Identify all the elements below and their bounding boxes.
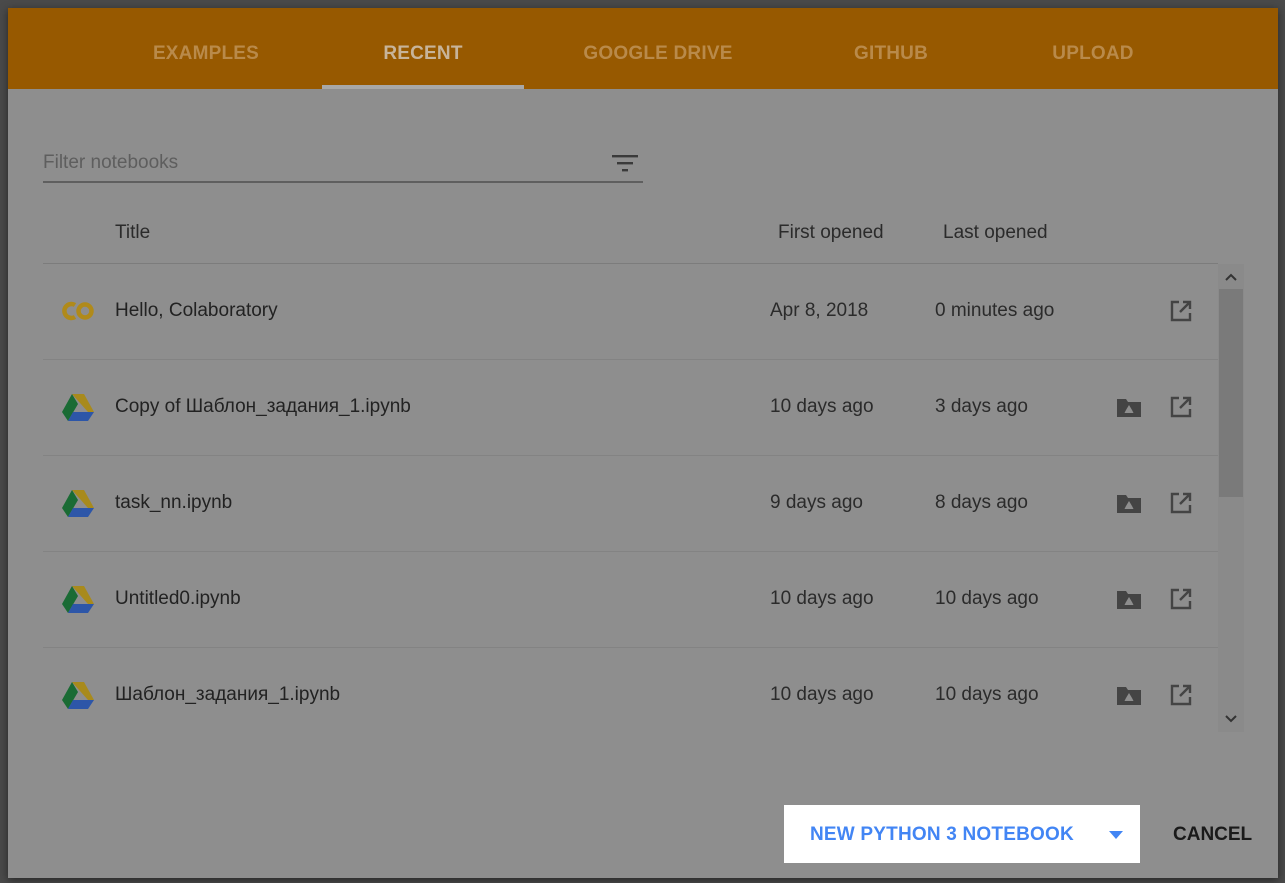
open-in-new-tab-icon[interactable] xyxy=(1168,394,1194,420)
first-opened: 10 days ago xyxy=(770,396,874,417)
google-drive-icon xyxy=(62,394,94,421)
list-scrollbar[interactable] xyxy=(1218,264,1244,732)
column-header-first-opened[interactable]: First opened xyxy=(778,222,884,244)
open-notebook-dialog: EXAMPLES RECENT GOOGLE DRIVE GITHUB UPLO… xyxy=(8,8,1278,878)
notebook-row[interactable]: Untitled0.ipynb 10 days ago 10 days ago xyxy=(43,552,1218,648)
notebook-title[interactable]: Untitled0.ipynb xyxy=(115,588,241,610)
notebook-row[interactable]: Copy of Шаблон_задания_1.ipynb 10 days a… xyxy=(43,360,1218,456)
first-opened: Apr 8, 2018 xyxy=(770,300,869,321)
new-notebook-label: NEW PYTHON 3 NOTEBOOK xyxy=(810,824,1074,845)
last-opened: 8 days ago xyxy=(935,492,1028,513)
tab-github[interactable]: GITHUB xyxy=(838,8,944,89)
notebook-row[interactable]: Hello, Colaboratory Apr 8, 2018 0 minute… xyxy=(43,264,1218,360)
tab-bar: EXAMPLES RECENT GOOGLE DRIVE GITHUB UPLO… xyxy=(8,8,1278,89)
drive-folder-icon[interactable] xyxy=(1116,588,1142,610)
first-opened: 10 days ago xyxy=(770,684,874,705)
last-opened: 10 days ago xyxy=(935,588,1039,609)
notebook-title[interactable]: task_nn.ipynb xyxy=(115,492,232,514)
open-in-new-tab-icon[interactable] xyxy=(1168,298,1194,324)
google-drive-icon xyxy=(62,586,94,613)
open-in-new-tab-icon[interactable] xyxy=(1168,586,1194,612)
scroll-down-icon[interactable] xyxy=(1218,708,1244,730)
tab-upload[interactable]: UPLOAD xyxy=(1038,8,1148,89)
scroll-up-icon[interactable] xyxy=(1218,266,1244,288)
drive-folder-icon[interactable] xyxy=(1116,396,1142,418)
notebook-row[interactable]: task_nn.ipynb 9 days ago 8 days ago xyxy=(43,456,1218,552)
filter-list-icon[interactable] xyxy=(611,151,639,175)
google-drive-icon xyxy=(62,682,94,709)
scroll-thumb[interactable] xyxy=(1219,289,1243,497)
drive-folder-icon[interactable] xyxy=(1116,492,1142,514)
last-opened: 3 days ago xyxy=(935,396,1028,417)
filter-notebooks-input[interactable] xyxy=(43,147,583,179)
tab-recent[interactable]: RECENT xyxy=(322,8,524,89)
active-tab-indicator xyxy=(322,85,524,89)
notebook-title[interactable]: Copy of Шаблон_задания_1.ipynb xyxy=(115,396,411,418)
open-in-new-tab-icon[interactable] xyxy=(1168,490,1194,516)
filter-field xyxy=(43,147,643,183)
cancel-button[interactable]: CANCEL xyxy=(1173,824,1252,846)
drive-folder-icon[interactable] xyxy=(1116,684,1142,706)
notebook-title[interactable]: Шаблон_задания_1.ipynb xyxy=(115,684,340,706)
google-drive-icon xyxy=(62,490,94,517)
first-opened: 10 days ago xyxy=(770,588,874,609)
notebook-row[interactable]: Шаблон_задания_1.ipynb 10 days ago 10 da… xyxy=(43,648,1218,743)
notebook-title[interactable]: Hello, Colaboratory xyxy=(115,300,278,322)
new-python3-notebook-button[interactable]: NEW PYTHON 3 NOTEBOOK xyxy=(784,805,1140,863)
last-opened: 10 days ago xyxy=(935,684,1039,705)
last-opened: 0 minutes ago xyxy=(935,300,1055,321)
tab-examples[interactable]: EXAMPLES xyxy=(146,8,266,89)
dropdown-arrow-icon[interactable] xyxy=(1109,831,1123,839)
column-header-last-opened[interactable]: Last opened xyxy=(943,222,1048,244)
open-in-new-tab-icon[interactable] xyxy=(1168,682,1194,708)
first-opened: 9 days ago xyxy=(770,492,863,513)
notebook-list: Hello, Colaboratory Apr 8, 2018 0 minute… xyxy=(43,264,1218,744)
tab-google-drive[interactable]: GOOGLE DRIVE xyxy=(578,8,738,89)
colab-icon xyxy=(62,301,94,321)
column-header-title[interactable]: Title xyxy=(115,222,150,244)
